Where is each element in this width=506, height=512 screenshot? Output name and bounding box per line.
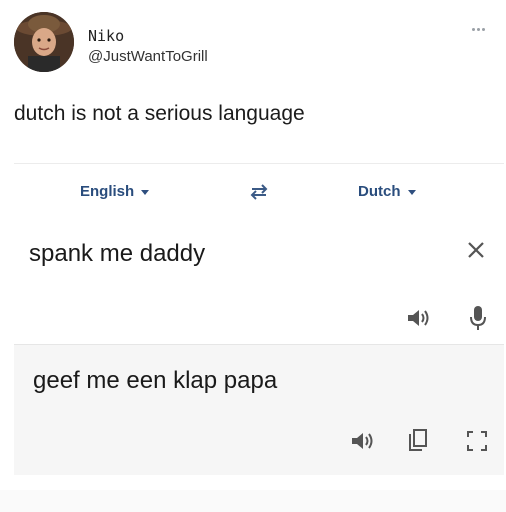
source-text[interactable]: spank me daddy <box>29 240 205 268</box>
speaker-icon[interactable] <box>350 430 376 452</box>
speaker-icon[interactable] <box>406 307 432 329</box>
more-dots-icon[interactable] <box>472 28 494 38</box>
language-bar: English Dutch <box>14 163 504 221</box>
bottom-divider <box>0 490 506 512</box>
translation-area: geef me een klap papa <box>14 345 504 475</box>
tweet-text: dutch is not a serious language <box>14 102 305 125</box>
chevron-down-icon <box>407 190 416 195</box>
chevron-down-icon <box>141 190 150 195</box>
avatar[interactable] <box>14 12 74 72</box>
translated-text: geef me een klap papa <box>33 367 278 394</box>
target-language-label: Dutch <box>358 183 401 200</box>
copy-icon[interactable] <box>408 428 428 452</box>
microphone-icon[interactable] <box>469 304 487 332</box>
translate-widget: English Dutch spank me daddy geef me een <box>14 163 504 475</box>
source-text-area[interactable]: spank me daddy <box>14 220 504 345</box>
swap-arrows-icon[interactable] <box>246 181 272 203</box>
target-language-selector[interactable]: Dutch <box>358 183 416 200</box>
source-language-label: English <box>80 183 135 200</box>
tweet-header: Niko @JustWantToGrill <box>14 12 494 74</box>
source-language-selector[interactable]: English <box>80 183 150 200</box>
author-handle[interactable]: @JustWantToGrill <box>88 48 208 65</box>
author-name[interactable]: Niko <box>88 27 124 45</box>
close-icon[interactable] <box>466 240 486 260</box>
expand-icon[interactable] <box>466 430 488 452</box>
